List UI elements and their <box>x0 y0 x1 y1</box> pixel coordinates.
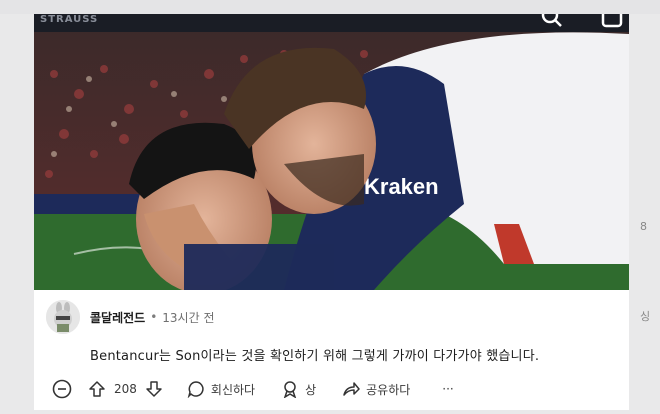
vote-score: 208 <box>114 382 137 396</box>
comment-author[interactable]: 콜달레전드 <box>90 309 145 326</box>
collapse-thread-icon[interactable] <box>52 379 72 399</box>
share-photo-icon[interactable] <box>601 14 623 28</box>
top-strip <box>0 0 660 14</box>
award-button[interactable]: 상 <box>281 380 316 398</box>
comment-card: Kraken STRAUSS 콜달레전드 • 13시간 전 Bentancur는… <box>34 14 629 410</box>
share-label: 공유하다 <box>366 382 411 397</box>
share-button[interactable]: 공유하다 <box>342 380 410 398</box>
right-edge-partial: 8 싱 <box>640 170 660 336</box>
comment-time: 13시간 전 <box>162 310 215 325</box>
share-arrow-icon <box>342 380 360 398</box>
comment-actions: 208 회신하다 상 공유하다 ··· <box>52 378 454 400</box>
reply-button[interactable]: 회신하다 <box>187 380 255 398</box>
post-photo: Kraken STRAUSS <box>34 14 629 290</box>
more-options-button[interactable]: ··· <box>442 382 453 396</box>
photo-illustration: Kraken <box>34 14 629 290</box>
upvote-icon[interactable] <box>88 380 106 398</box>
meta-separator: • <box>150 310 158 324</box>
award-icon <box>281 380 299 398</box>
comment-header: 콜달레전드 • 13시간 전 <box>46 299 215 335</box>
rabbit-avatar-icon <box>46 300 80 334</box>
jersey-sponsor-text: Kraken <box>364 174 439 199</box>
photo-toolbar <box>541 14 623 28</box>
reply-label: 회신하다 <box>210 382 256 397</box>
comment-bubble-icon <box>187 380 205 398</box>
downvote-icon[interactable] <box>145 380 163 398</box>
edge-label-1: 8 <box>640 220 647 233</box>
comment-body: Bentancur는 Son이라는 것을 확인하기 위해 그렇게 가까이 다가가… <box>90 349 540 364</box>
stadium-brand-text: STRAUSS <box>40 14 99 25</box>
search-icon[interactable] <box>541 14 563 28</box>
award-label: 상 <box>305 382 317 397</box>
avatar[interactable] <box>46 300 80 334</box>
edge-label-2: 싱 <box>640 310 651 323</box>
